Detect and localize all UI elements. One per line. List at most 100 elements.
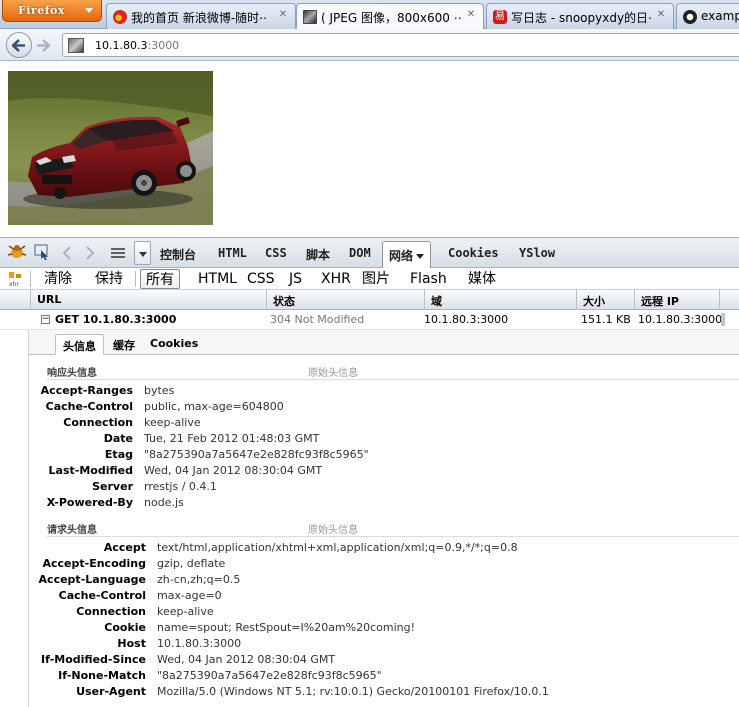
header-value: keep-alive [144, 416, 201, 429]
header-value: 10.1.80.3:3000 [157, 637, 242, 650]
column-url[interactable]: URL [30, 290, 266, 310]
request-url: GET 10.1.80.3:3000 [55, 313, 177, 326]
header-value: keep-alive [157, 605, 214, 618]
tab-blog[interactable]: 易 写日志 - snoopyxdy的日⋯ ✕ [486, 3, 674, 29]
header-name: Accept-Ranges [40, 384, 133, 397]
tab-cookies[interactable]: Cookies [448, 246, 499, 260]
header-name: If-Modified-Since [41, 653, 146, 666]
collapse-toggle[interactable]: − [41, 315, 50, 324]
request-size: 151.1 KB [581, 313, 631, 326]
arrow-right-icon [37, 39, 50, 52]
header-value: bytes [144, 384, 175, 397]
header-row: Cookie name=spout; RestSpout=I%20am%20com… [29, 621, 739, 637]
filter-media-button[interactable]: 媒体 [463, 269, 501, 289]
tab-cache[interactable]: 缓存 [106, 334, 142, 355]
tab-net[interactable]: 网络 [382, 241, 432, 268]
raw-headers-link[interactable]: 原始头信息 [308, 364, 358, 379]
header-row: Connection keep-alive [29, 416, 739, 432]
firefox-menu-button[interactable]: Firefox [2, 0, 102, 22]
tab-css[interactable]: CSS [265, 246, 287, 260]
tab-yslow[interactable]: YSlow [519, 246, 555, 260]
header-value: "8a275390a7a5647e2e828fc93f8c5965" [157, 669, 382, 682]
persist-button[interactable]: 保持 [90, 269, 128, 289]
header-name: Last-Modified [48, 464, 133, 477]
clear-button[interactable]: 清除 [39, 269, 77, 289]
filter-xhr-button[interactable]: XHR [316, 269, 356, 289]
menu-icon[interactable] [110, 247, 126, 262]
firebug-icon[interactable] [7, 243, 27, 264]
column-size[interactable]: 大小 [576, 290, 634, 310]
header-row: X-Powered-By node.js [29, 496, 739, 512]
filter-js-button[interactable]: JS [284, 269, 307, 289]
column-status[interactable]: 状态 [266, 290, 424, 310]
section-title: 响应头信息 [47, 368, 97, 379]
column-remote-ip[interactable]: 远程 IP [634, 290, 719, 310]
header-name: Host [117, 637, 146, 650]
header-row: Etag "8a275390a7a5647e2e828fc93f8c5965" [29, 448, 739, 464]
tab-net-label: 网络 [389, 249, 414, 263]
close-icon[interactable]: ✕ [277, 9, 289, 21]
chevron-down-icon[interactable] [416, 254, 425, 259]
page-content [0, 62, 739, 237]
xhr-icon: xhr [8, 271, 24, 290]
raw-headers-link[interactable]: 原始头信息 [308, 521, 358, 536]
site-identity-icon[interactable] [68, 38, 84, 53]
close-icon[interactable]: ✕ [655, 9, 667, 21]
detail-tabs: 头信息 缓存 Cookies [29, 330, 739, 355]
firebug-toolbar: 控制台 HTML CSS 脚本 DOM 网络 Cookies YSlow [0, 237, 739, 268]
request-domain: 10.1.80.3:3000 [424, 313, 509, 326]
tab-html[interactable]: HTML [218, 246, 247, 260]
car-photo [8, 71, 213, 225]
column-domain[interactable]: 域 [424, 290, 576, 310]
tab-detail-cookies[interactable]: Cookies [143, 334, 205, 355]
close-icon[interactable]: ✕ [465, 9, 477, 21]
net-column-headers: URL 状态 域 大小 远程 IP [0, 290, 739, 310]
inspect-icon[interactable] [33, 243, 51, 264]
tab-jpeg-image[interactable]: ( JPEG 图像，800x600 ⋯ ✕ [296, 3, 484, 30]
filter-html-button[interactable]: HTML [193, 269, 242, 289]
header-value: Wed, 04 Jan 2012 08:30:04 GMT [157, 653, 336, 666]
filter-css-button[interactable]: CSS [242, 269, 280, 289]
header-name: Accept-Encoding [42, 557, 147, 570]
header-row: Accept-Ranges bytes [29, 384, 739, 400]
request-remote-ip: 10.1.80.3:3000 [638, 313, 723, 326]
forward-button[interactable] [34, 36, 52, 54]
header-value: "8a275390a7a5647e2e828fc93f8c5965" [144, 448, 369, 461]
header-value: node.js [144, 496, 184, 509]
firefox-menu-label: Firefox [18, 4, 65, 17]
header-value: name=spout; RestSpout=I%20am%20coming! [157, 621, 416, 634]
back-button[interactable] [6, 32, 32, 58]
address-bar[interactable]: 10.1.80.3:3000 [62, 33, 739, 57]
arrow-left-icon [12, 39, 25, 52]
chevron-left-icon[interactable] [62, 246, 72, 263]
divider [30, 271, 31, 287]
header-name: If-None-Match [58, 669, 146, 682]
tab-console[interactable]: 控制台 [160, 246, 196, 263]
table-row[interactable]: − GET 10.1.80.3:3000 304 Not Modified 10… [0, 310, 739, 330]
header-value: public, max-age=604800 [144, 400, 284, 413]
header-name: Accept-Language [38, 573, 146, 586]
filter-images-button[interactable]: 图片 [357, 269, 395, 289]
tab-example[interactable]: example [676, 3, 739, 29]
tab-headers[interactable]: 头信息 [55, 334, 104, 355]
filter-flash-button[interactable]: Flash [405, 269, 452, 289]
navigation-bar: 10.1.80.3:3000 [0, 29, 739, 61]
request-details: 头信息 缓存 Cookies 响应头信息 原始头信息 Accept-Ranges… [28, 330, 739, 707]
chevron-down-icon [139, 252, 147, 257]
header-row: Cache-Control public, max-age=604800 [29, 400, 739, 416]
request-headers-section: 请求头信息 原始头信息 [47, 519, 739, 537]
chevron-down-icon [85, 8, 93, 13]
column-timeline[interactable] [719, 290, 739, 310]
panel-dropdown-button[interactable] [134, 241, 151, 265]
header-name: User-Agent [76, 685, 146, 698]
filter-all-button[interactable]: 所有 [140, 269, 180, 289]
tab-weibo[interactable]: 我的首页 新浪微博-随时⋯ ✕ [106, 3, 296, 29]
header-value: gzip, deflate [157, 557, 226, 570]
tab-dom[interactable]: DOM [349, 246, 371, 260]
tab-script[interactable]: 脚本 [306, 246, 330, 263]
chevron-right-icon[interactable] [85, 246, 95, 263]
header-value: text/html,application/xhtml+xml,applicat… [157, 541, 518, 554]
header-row: Connection keep-alive [29, 605, 739, 621]
tab-title: ( JPEG 图像，800x600 ⋯ [321, 11, 461, 25]
header-name: Date [103, 432, 133, 445]
